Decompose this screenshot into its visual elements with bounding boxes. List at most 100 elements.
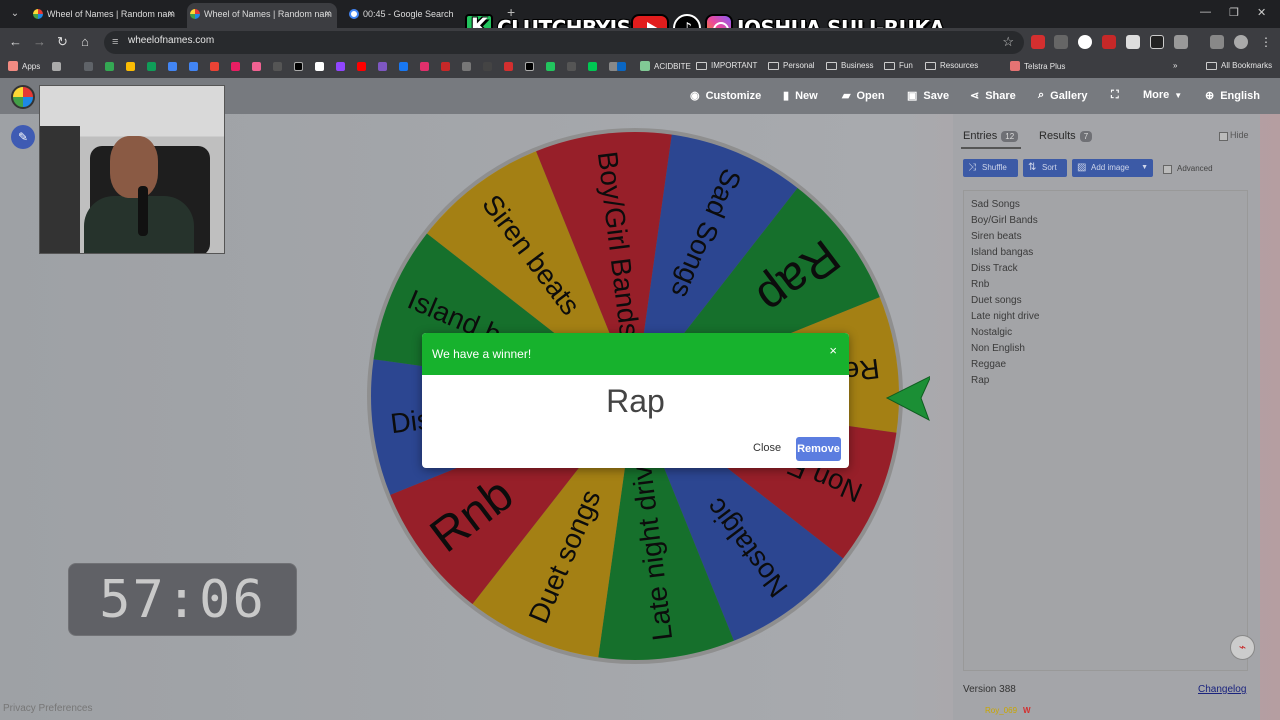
- entry-line[interactable]: Nostalgic: [971, 327, 1012, 338]
- bookmark-important[interactable]: IMPORTANT: [696, 61, 757, 70]
- customize-button[interactable]: ◉ Customize: [690, 89, 761, 103]
- entry-line[interactable]: Diss Track: [971, 263, 1018, 274]
- edit-pencil-icon[interactable]: ✎: [11, 125, 35, 149]
- bookmark-telstra[interactable]: Telstra Plus: [1010, 61, 1065, 71]
- open-button[interactable]: ▰ Open: [842, 89, 885, 103]
- bookmark-icon[interactable]: [210, 62, 219, 71]
- tab-results[interactable]: Results 7: [1039, 130, 1093, 142]
- bookmark-fun[interactable]: Fun: [884, 61, 913, 70]
- menu-dots-icon[interactable]: ⋮: [1260, 35, 1274, 49]
- browser-tab-1[interactable]: Wheel of Names | Random nam ×: [30, 3, 180, 28]
- browser-tab-2[interactable]: Wheel of Names | Random nam ×: [187, 3, 337, 28]
- bookmark-icon[interactable]: [441, 62, 450, 71]
- entry-line[interactable]: Duet songs: [971, 295, 1022, 306]
- entry-line[interactable]: Siren beats: [971, 231, 1022, 242]
- extension-icon[interactable]: [1078, 35, 1092, 49]
- adblock-extension-icon[interactable]: [1031, 35, 1045, 49]
- bookmark-resources[interactable]: Resources: [925, 61, 978, 70]
- language-button[interactable]: ⊕ English: [1205, 89, 1260, 103]
- hide-checkbox[interactable]: [1219, 132, 1228, 141]
- save-button[interactable]: ▣ Save: [907, 89, 949, 103]
- bookmark-icon[interactable]: [168, 62, 177, 71]
- forward-icon[interactable]: →: [33, 34, 46, 49]
- drive-bookmark-icon[interactable]: [84, 62, 93, 71]
- privacy-preferences-link[interactable]: Privacy Preferences: [3, 703, 92, 714]
- pdf-extension-icon[interactable]: [1102, 35, 1116, 49]
- bookmark-business[interactable]: Business: [826, 61, 873, 70]
- kick-bookmark-icon[interactable]: [546, 62, 555, 71]
- extension-icon[interactable]: [1150, 35, 1164, 49]
- tab-entries[interactable]: Entries 12: [963, 130, 1019, 142]
- bookmark-icon[interactable]: [588, 62, 597, 71]
- advanced-checkbox[interactable]: [1163, 165, 1172, 174]
- entry-line[interactable]: Non English: [971, 343, 1025, 354]
- bookmark-star-icon[interactable]: ☆: [1002, 34, 1014, 50]
- gallery-button[interactable]: ⌕ Gallery: [1038, 89, 1087, 102]
- site-info-icon[interactable]: ≡: [112, 36, 118, 48]
- bookmark-icon[interactable]: [105, 62, 114, 71]
- close-button[interactable]: Close: [753, 442, 781, 454]
- bookmark-all[interactable]: All Bookmarks: [1206, 61, 1272, 70]
- twitch-bookmark-icon[interactable]: [336, 62, 345, 71]
- entry-line[interactable]: Boy/Girl Bands: [971, 215, 1038, 226]
- bookmark-apps[interactable]: Apps: [8, 61, 40, 71]
- bookmark-icon[interactable]: [273, 62, 282, 71]
- x-bookmark-icon[interactable]: [525, 62, 534, 71]
- extension-icon[interactable]: [1054, 35, 1068, 49]
- facebook-bookmark-icon[interactable]: [399, 62, 408, 71]
- restore-icon[interactable]: ❐: [1229, 6, 1239, 19]
- reading-list-icon[interactable]: [1210, 35, 1224, 49]
- bookmark-personal[interactable]: Personal: [768, 61, 815, 70]
- address-bar[interactable]: ≡ wheelofnames.com ☆: [104, 31, 1024, 54]
- window-close-icon[interactable]: ✕: [1257, 6, 1266, 19]
- sort-button[interactable]: ⇅ Sort: [1023, 159, 1067, 177]
- remove-button[interactable]: Remove: [796, 437, 841, 461]
- bookmark-icon[interactable]: [315, 62, 324, 71]
- bookmark-icon[interactable]: [378, 62, 387, 71]
- bookmark-icon[interactable]: [252, 62, 261, 71]
- extensions-puzzle-icon[interactable]: [1174, 35, 1188, 49]
- bookmark-icon[interactable]: [483, 62, 492, 71]
- wheel-logo-icon[interactable]: [11, 85, 35, 109]
- entry-line[interactable]: Island bangas: [971, 247, 1033, 258]
- sheets-bookmark-icon[interactable]: [147, 62, 156, 71]
- grid-bookmark-icon[interactable]: [52, 62, 61, 71]
- bookmark-acidbite[interactable]: ACIDBITE: [640, 61, 691, 71]
- shuffle-button[interactable]: ⤨ Shuffle: [963, 159, 1018, 177]
- fullscreen-icon[interactable]: ⛶: [1111, 89, 1119, 102]
- tab-search-icon[interactable]: ⌄: [6, 5, 24, 23]
- profile-avatar[interactable]: [1234, 35, 1248, 49]
- bookmarks-overflow-icon[interactable]: »: [1173, 61, 1177, 70]
- close-tab-icon[interactable]: ×: [325, 3, 331, 25]
- bookmark-icon[interactable]: [567, 62, 576, 71]
- share-button[interactable]: ⋖ Share: [970, 89, 1016, 103]
- home-icon[interactable]: ⌂: [81, 34, 89, 49]
- entry-line[interactable]: Reggae: [971, 359, 1006, 370]
- extension-icon[interactable]: [1126, 35, 1140, 49]
- stream-timer: 57:06: [68, 563, 297, 636]
- entry-line[interactable]: Rnb: [971, 279, 989, 290]
- reload-icon[interactable]: ↻: [57, 34, 68, 50]
- close-tab-icon[interactable]: ×: [168, 3, 174, 25]
- docs-bookmark-icon[interactable]: [189, 62, 198, 71]
- entry-line[interactable]: Rap: [971, 375, 989, 386]
- minimize-icon[interactable]: —: [1200, 6, 1211, 18]
- entry-line[interactable]: Late night drive: [971, 311, 1039, 322]
- bookmark-icon[interactable]: [231, 62, 240, 71]
- tiktok-bookmark-icon[interactable]: [294, 62, 303, 71]
- instagram-bookmark-icon[interactable]: [420, 62, 429, 71]
- changelog-link[interactable]: Changelog: [1198, 684, 1246, 695]
- entries-textarea[interactable]: Sad Songs Boy/Girl Bands Siren beats Island…: [963, 190, 1248, 671]
- bookmark-icon[interactable]: [126, 62, 135, 71]
- bookmark-icon[interactable]: [504, 62, 513, 71]
- youtube-bookmark-icon[interactable]: [357, 62, 366, 71]
- new-button[interactable]: ▮ New: [783, 89, 818, 103]
- bookmark-icon[interactable]: [462, 62, 471, 71]
- linkedin-bookmark-icon[interactable]: [617, 62, 626, 71]
- add-image-button[interactable]: ▨ Add image ▼: [1072, 159, 1153, 177]
- entry-line[interactable]: Sad Songs: [971, 199, 1020, 210]
- back-icon[interactable]: ←: [9, 34, 22, 49]
- close-icon[interactable]: ×: [829, 343, 837, 358]
- more-button[interactable]: More ▼: [1143, 89, 1182, 101]
- pdf-icon[interactable]: ⌁: [1230, 635, 1255, 660]
